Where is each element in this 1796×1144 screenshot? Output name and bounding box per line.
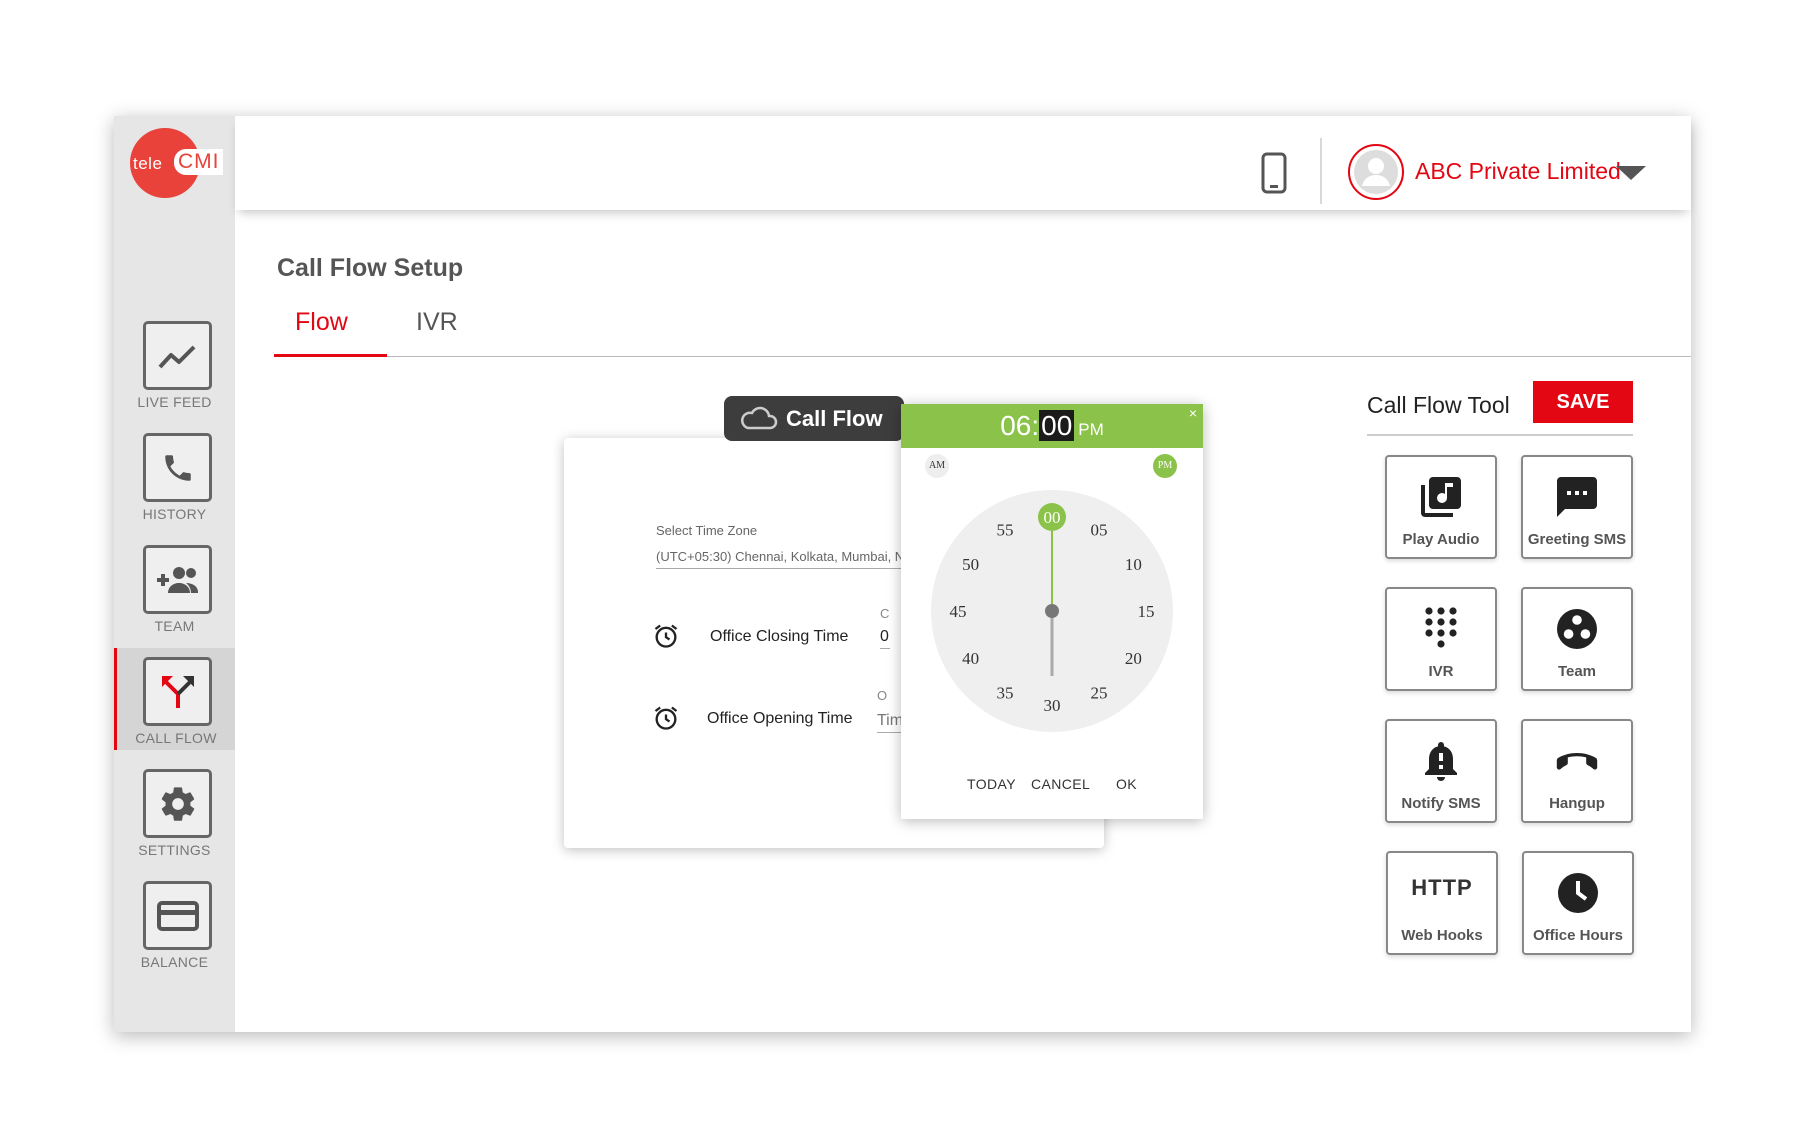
header-divider (1320, 138, 1322, 204)
call-flow-tool-title: Call Flow Tool (1367, 392, 1510, 418)
pm-button[interactable]: PM (1153, 454, 1177, 478)
sidebar-label: BALANCE (140, 954, 209, 970)
tool-label: IVR (1428, 663, 1454, 680)
dialpad-icon (1425, 607, 1457, 648)
tool-label: Hangup (1549, 795, 1605, 812)
tool-label: Notify SMS (1401, 795, 1481, 812)
tool-divider (1367, 434, 1633, 436)
logo-text-cmi: CMI (174, 149, 223, 175)
tool-ivr[interactable]: IVR (1385, 587, 1497, 691)
tool-office-hours[interactable]: Office Hours (1522, 851, 1634, 955)
tool-notify-sms[interactable]: Notify SMS (1385, 719, 1497, 823)
closing-field-label: C (880, 606, 890, 621)
clock-icon (1558, 873, 1598, 913)
alarm-clock-icon (652, 622, 680, 650)
office-closing-time-label: Office Closing Time (710, 628, 849, 645)
hangup-icon (1556, 753, 1598, 770)
sidebar-item-call-flow[interactable]: CALL FLOW (114, 648, 235, 750)
sidebar-label: TEAM (154, 618, 195, 634)
dial-number-25[interactable]: 25 (1091, 683, 1108, 702)
dial-number-10[interactable]: 10 (1125, 555, 1142, 574)
today-button[interactable]: TODAY (967, 776, 1016, 792)
chevron-down-icon[interactable] (1616, 166, 1646, 180)
team-icon (1557, 609, 1597, 649)
tab-flow[interactable]: Flow (295, 308, 348, 337)
http-icon: HTTP (1411, 875, 1473, 900)
minute-display[interactable]: 00 (1039, 410, 1075, 441)
tool-label: Greeting SMS (1527, 531, 1627, 548)
tool-label: Web Hooks (1401, 927, 1483, 944)
time-separator: : (1031, 410, 1040, 441)
save-button[interactable]: SAVE (1533, 381, 1633, 423)
cloud-icon (741, 406, 778, 430)
phone-icon (143, 433, 212, 502)
call-flow-badge-label: Call Flow (786, 406, 883, 431)
sidebar: tele CMI LIVE FEED HISTORY TEAM CALL FLO… (114, 116, 235, 1032)
sidebar-item-team[interactable]: TEAM (114, 536, 235, 638)
hour-display[interactable]: 06 (1000, 410, 1031, 441)
tool-label: Team (1557, 663, 1597, 680)
cancel-button[interactable]: CANCEL (1031, 776, 1090, 792)
sidebar-label: LIVE FEED (137, 394, 212, 410)
opening-field-label: O (877, 688, 888, 703)
dial-number-35[interactable]: 35 (997, 683, 1014, 702)
meridiem-display: PM (1078, 420, 1104, 439)
card-icon (143, 881, 212, 950)
tool-hangup[interactable]: Hangup (1521, 719, 1633, 823)
time-picker-header: 06:00 PM (901, 404, 1203, 448)
dial-number-05[interactable]: 05 (1091, 521, 1108, 540)
bell-alert-icon (1425, 742, 1457, 781)
am-button[interactable]: AM (925, 454, 949, 478)
dial-number-20[interactable]: 20 (1125, 649, 1142, 668)
alarm-clock-icon (652, 704, 680, 732)
logo-text-tele: tele (133, 154, 163, 173)
telecmi-logo[interactable]: tele CMI (130, 128, 223, 198)
app-window: tele CMI LIVE FEED HISTORY TEAM CALL FLO… (114, 116, 1691, 1032)
trend-icon (143, 321, 212, 390)
sidebar-label: HISTORY (142, 506, 207, 522)
tool-web-hooks[interactable]: HTTP Web Hooks (1386, 851, 1498, 955)
sidebar-item-settings[interactable]: SETTINGS (114, 760, 235, 862)
dial-number-40[interactable]: 40 (962, 649, 979, 668)
user-avatar[interactable] (1348, 144, 1404, 200)
clock-dial[interactable]: 00 05 10 15 20 25 30 35 40 45 50 55 (931, 490, 1173, 732)
timezone-label: Select Time Zone (656, 523, 758, 538)
sidebar-item-history[interactable]: HISTORY (114, 424, 235, 526)
dial-number-15[interactable]: 15 (1138, 602, 1155, 621)
close-icon[interactable]: × (1189, 405, 1197, 421)
closing-time-field[interactable]: 0 (880, 628, 890, 649)
audio-library-icon (1421, 477, 1461, 517)
gear-icon (143, 769, 212, 838)
dial-number-55[interactable]: 55 (997, 521, 1014, 540)
dial-number-30[interactable]: 30 (1044, 696, 1061, 715)
logo-area: tele CMI (114, 116, 235, 210)
tool-label: Office Hours (1532, 927, 1623, 944)
sidebar-label: SETTINGS (138, 842, 211, 858)
dial-number-45[interactable]: 45 (950, 602, 967, 621)
active-tab-indicator (274, 354, 387, 357)
tool-team[interactable]: Team (1521, 587, 1633, 691)
dial-number-50[interactable]: 50 (962, 555, 979, 574)
page-title: Call Flow Setup (277, 254, 464, 282)
sms-icon (1557, 477, 1597, 517)
office-opening-time-label: Office Opening Time (707, 710, 853, 727)
tab-ivr[interactable]: IVR (416, 308, 458, 337)
company-name[interactable]: ABC Private Limited (1415, 158, 1621, 185)
dial-number-00[interactable]: 00 (1044, 508, 1061, 527)
call-flow-badge: Call Flow (724, 396, 904, 441)
sidebar-item-balance[interactable]: BALANCE (114, 872, 235, 974)
clock-center (1045, 604, 1059, 618)
tool-label: Play Audio (1402, 531, 1480, 548)
add-group-icon (143, 545, 212, 614)
tool-greeting-sms[interactable]: Greeting SMS (1521, 455, 1633, 559)
sidebar-label: CALL FLOW (135, 730, 217, 746)
call-split-icon (143, 657, 212, 726)
sidebar-item-live-feed[interactable]: LIVE FEED (114, 312, 235, 414)
mobile-phone-icon[interactable] (1261, 152, 1287, 194)
ok-button[interactable]: OK (1116, 776, 1137, 792)
tab-divider (274, 356, 1691, 357)
time-picker-dialog: 06:00 PM × AM PM 00 05 10 15 20 25 30 35 40 45 50 55… (901, 404, 1203, 819)
tool-play-audio[interactable]: Play Audio (1385, 455, 1497, 559)
